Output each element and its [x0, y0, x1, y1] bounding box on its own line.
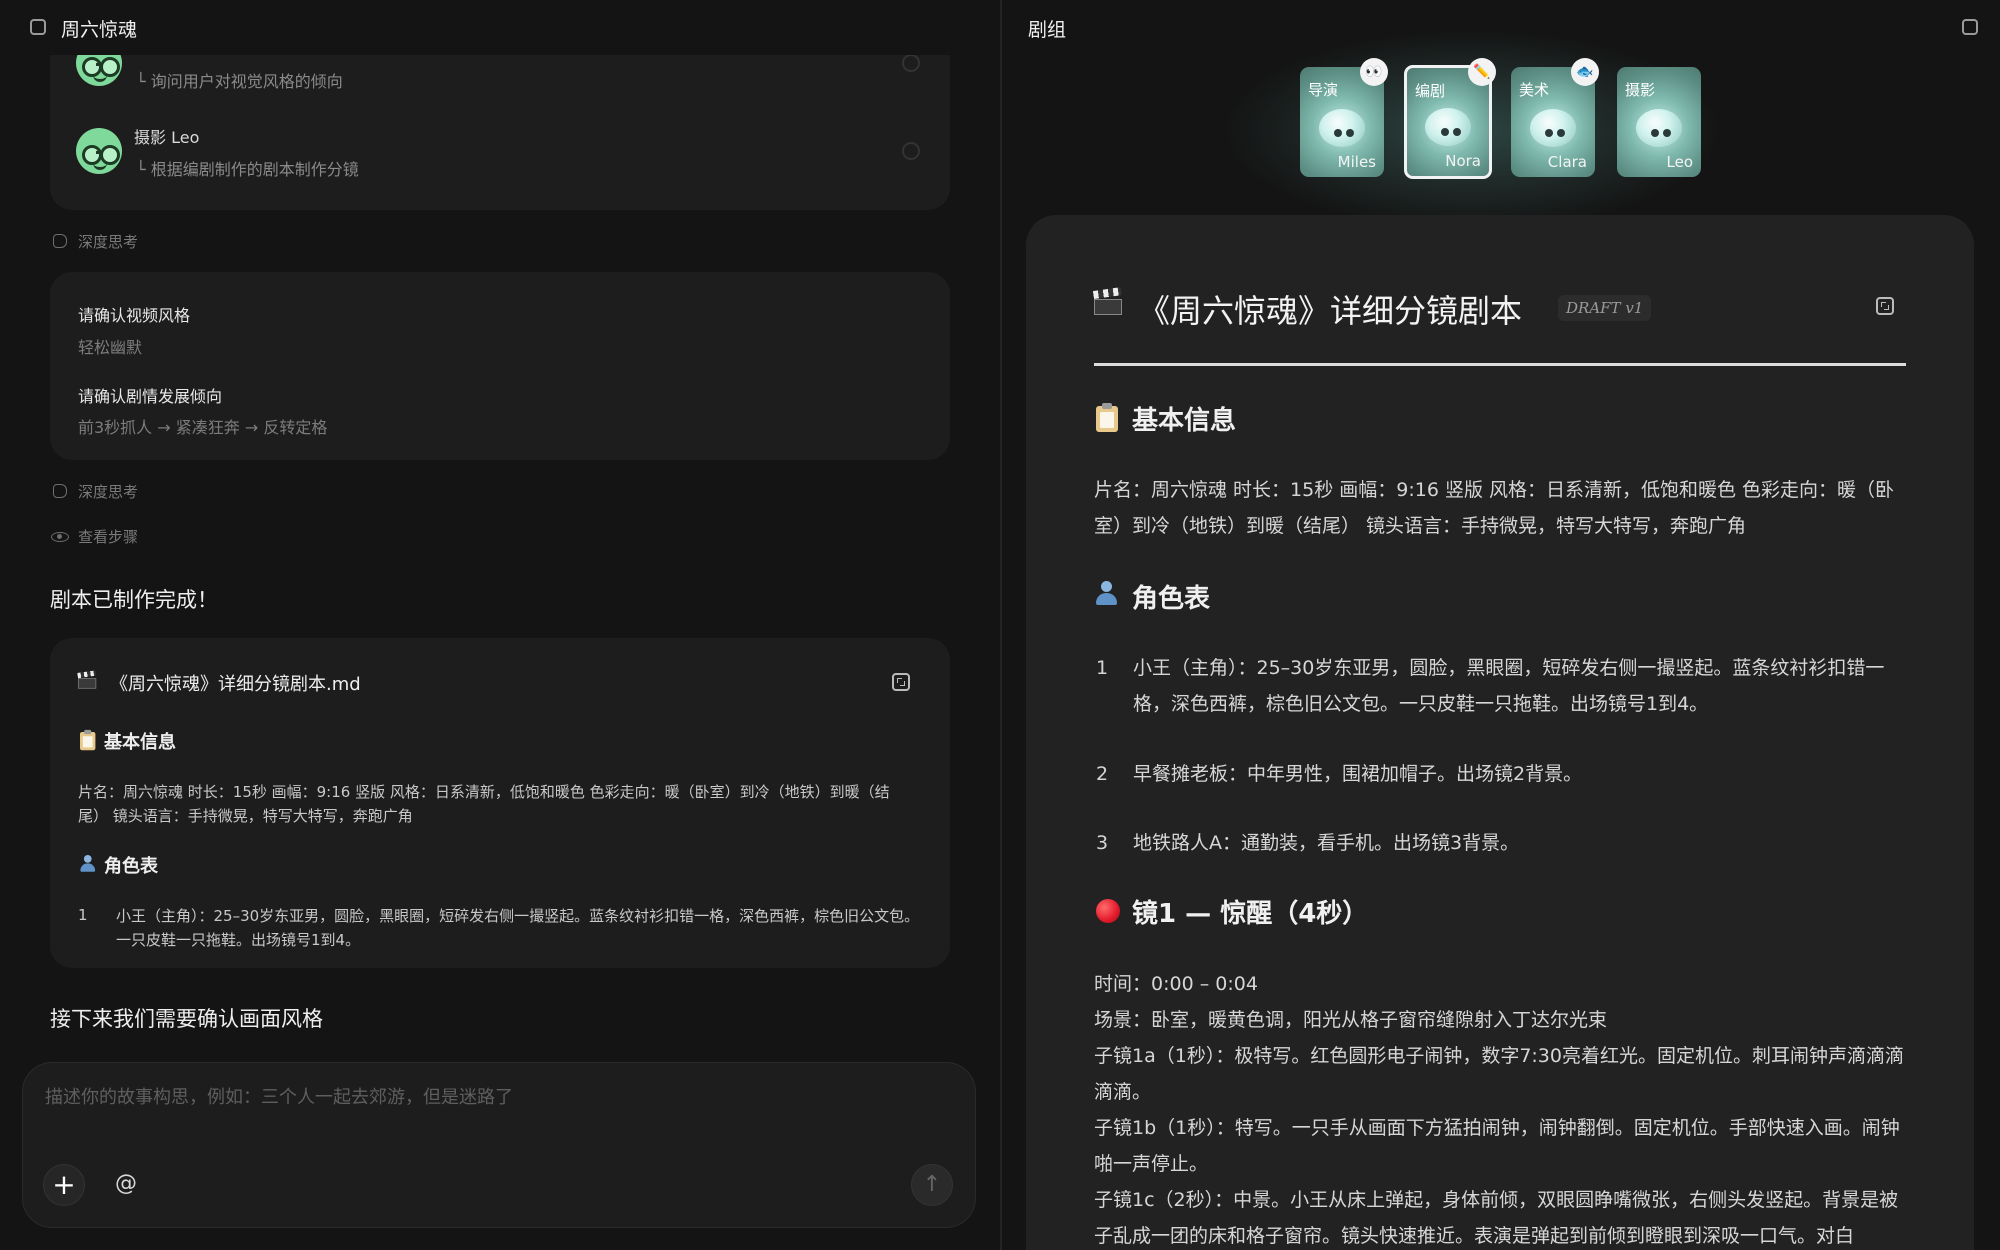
- agent-role: 编剧: [1415, 82, 1446, 100]
- shot1-line: 时间：0:00 – 0:04: [1094, 973, 1258, 995]
- crew-panel: 剧组 导演 Miles 👀 编剧 Nora ✏️ 美术 Clara 🐟 摄影 L…: [1002, 0, 2000, 1250]
- composer-input[interactable]: 描述你的故事构思，例如：三个人一起去郊游，但是迷路了: [45, 1083, 945, 1109]
- basic-info-heading: 基本信息: [1132, 406, 1237, 436]
- agent-role: 导演: [1308, 81, 1339, 99]
- crew-item-radio[interactable]: [902, 142, 920, 160]
- roles-heading: 角色表: [104, 856, 158, 877]
- plot-question: 请确认剧情发展倾向: [78, 387, 223, 406]
- crew-item-desc: └ 根据编剧制作的剧本制作分镜: [136, 160, 359, 179]
- draft-badge: DRAFT v1: [1558, 295, 1652, 321]
- role-text: 小王（主角）：25–30岁东亚男，圆脸，黑眼圈，短碎发右侧一撮竖起。蓝条纹衬衫扣…: [116, 907, 920, 949]
- next-step-message: 接下来我们需要确认画面风格: [50, 1007, 323, 1031]
- conversation-title: 周六惊魂: [61, 19, 138, 41]
- role-text: 早餐摊老板：中年男性，围裙加帽子。出场镜2背景。: [1133, 763, 1583, 785]
- clapper-icon: [1094, 291, 1122, 315]
- clipboard-icon: [1096, 403, 1118, 432]
- role-text: 地铁路人A：通勤装，看手机。出场镜3背景。: [1133, 832, 1520, 854]
- send-button[interactable]: ↑: [911, 1164, 953, 1206]
- agent-name: Clara: [1547, 153, 1587, 171]
- expand-icon[interactable]: [892, 673, 910, 691]
- role-number: 1: [1096, 657, 1109, 679]
- role-number: 2: [1096, 763, 1109, 785]
- role-number: 1: [78, 906, 88, 924]
- shot1-details: 时间：0:00 – 0:04 场景：卧室，暖黄色调，阳光从格子窗帘缝隙射入丁达尔…: [1094, 966, 1910, 1250]
- confirm-card: 请确认视频风格 轻松幽默 请确认剧情发展倾向 前3秒抓人 → 紧凑狂奔 → 反转…: [50, 272, 950, 460]
- script-document: 《周六惊魂》详细分镜剧本 DRAFT v1 基本信息 片名：周六惊魂 时长：15…: [1026, 215, 1974, 1250]
- crew-item-radio[interactable]: [902, 54, 920, 72]
- shot1-line: 子镜1b（1秒）：特写。一只手从画面下方猛拍闹钟，闹钟翻倒。固定机位。手部快速入…: [1094, 1117, 1900, 1175]
- plot-answer: 前3秒抓人 → 紧凑狂奔 → 反转定格: [78, 418, 328, 437]
- agent-card-camera[interactable]: 摄影 Leo: [1617, 67, 1701, 177]
- deep-think-label[interactable]: 深度思考: [78, 481, 138, 502]
- role-number: 3: [1096, 832, 1109, 854]
- agent-role: 摄影: [1625, 81, 1656, 99]
- red-circle-icon: [1096, 899, 1120, 923]
- mention-button[interactable]: @: [115, 1171, 137, 1196]
- pencil-icon: ✏️: [1468, 58, 1496, 86]
- file-title: 《周六惊魂》详细分镜剧本.md: [110, 674, 361, 695]
- deep-think-label[interactable]: 深度思考: [78, 231, 138, 252]
- agent-name: Leo: [1666, 153, 1694, 171]
- agent-name: Miles: [1337, 153, 1376, 171]
- style-question: 请确认视频风格: [78, 306, 191, 325]
- shot1-line: 场景：卧室，暖黄色调，阳光从格子窗帘缝隙射入丁达尔光束: [1094, 1009, 1608, 1031]
- brain-icon: [53, 484, 67, 498]
- person-icon: [79, 855, 96, 873]
- avatar: [76, 128, 122, 174]
- basic-info-heading: 基本信息: [104, 732, 176, 753]
- title-divider: [1094, 363, 1906, 366]
- add-attachment-button[interactable]: +: [43, 1164, 85, 1206]
- crew-item-name: 摄影 Leo: [134, 128, 200, 147]
- clipboard-icon: [80, 729, 96, 751]
- agent-name: Nora: [1445, 152, 1481, 170]
- script-done-message: 剧本已制作完成！: [50, 588, 218, 612]
- person-icon: [1094, 581, 1118, 607]
- role-text: 小王（主角）：25–30岁东亚男，圆脸，黑眼圈，短碎发右侧一撮竖起。蓝条纹衬衫扣…: [1133, 657, 1885, 715]
- roles-heading: 角色表: [1132, 584, 1211, 614]
- clapper-icon: [78, 673, 97, 689]
- document-title: 《周六惊魂》详细分镜剧本: [1138, 292, 1523, 330]
- script-file-card[interactable]: 《周六惊魂》详细分镜剧本.md 基本信息 片名：周六惊魂 时长：15秒 画幅：9…: [50, 638, 950, 968]
- fish-icon: 🐟: [1571, 58, 1599, 86]
- left-header: 周六惊魂: [0, 0, 1000, 55]
- chat-panel: └ 询问用户对视觉风格的倾向 摄影 Leo └ 根据编剧制作的剧本制作分镜 周六…: [0, 0, 1000, 1250]
- shot1-line: 子镜1c（2秒）：中景。小王从床上弹起，身体前倾，双眼圆睁嘴微张，右侧头发竖起。…: [1094, 1189, 1899, 1247]
- shot1-heading: 镜1 — 惊醒（4秒）: [1132, 899, 1369, 929]
- basic-info-text: 片名：周六惊魂 时长：15秒 画幅：9:16 竖版 风格：日系清新，低饱和暖色 …: [1094, 479, 1895, 537]
- shot1-line: 子镜1a（1秒）：极特写。红色圆形电子闹钟，数字7:30亮着红光。固定机位。刺耳…: [1094, 1045, 1904, 1103]
- message-composer: 描述你的故事构思，例如：三个人一起去郊游，但是迷路了 + @ ↑: [22, 1062, 976, 1228]
- eye-icon: [51, 532, 69, 542]
- eyes-icon: 👀: [1360, 58, 1388, 86]
- panel-toggle-icon[interactable]: [1962, 19, 1978, 35]
- agent-role: 美术: [1519, 81, 1550, 99]
- crew-panel-title: 剧组: [1028, 19, 1067, 41]
- sidebar-toggle-icon[interactable]: [30, 19, 46, 35]
- basic-info-text: 片名：周六惊魂 时长：15秒 画幅：9:16 竖版 风格：日系清新，低饱和暖色 …: [78, 783, 890, 825]
- brain-icon: [53, 234, 67, 248]
- style-answer: 轻松幽默: [78, 338, 143, 357]
- expand-icon[interactable]: [1876, 297, 1894, 315]
- view-steps-link[interactable]: 查看步骤: [78, 526, 138, 547]
- crew-item-desc: └ 询问用户对视觉风格的倾向: [136, 72, 343, 91]
